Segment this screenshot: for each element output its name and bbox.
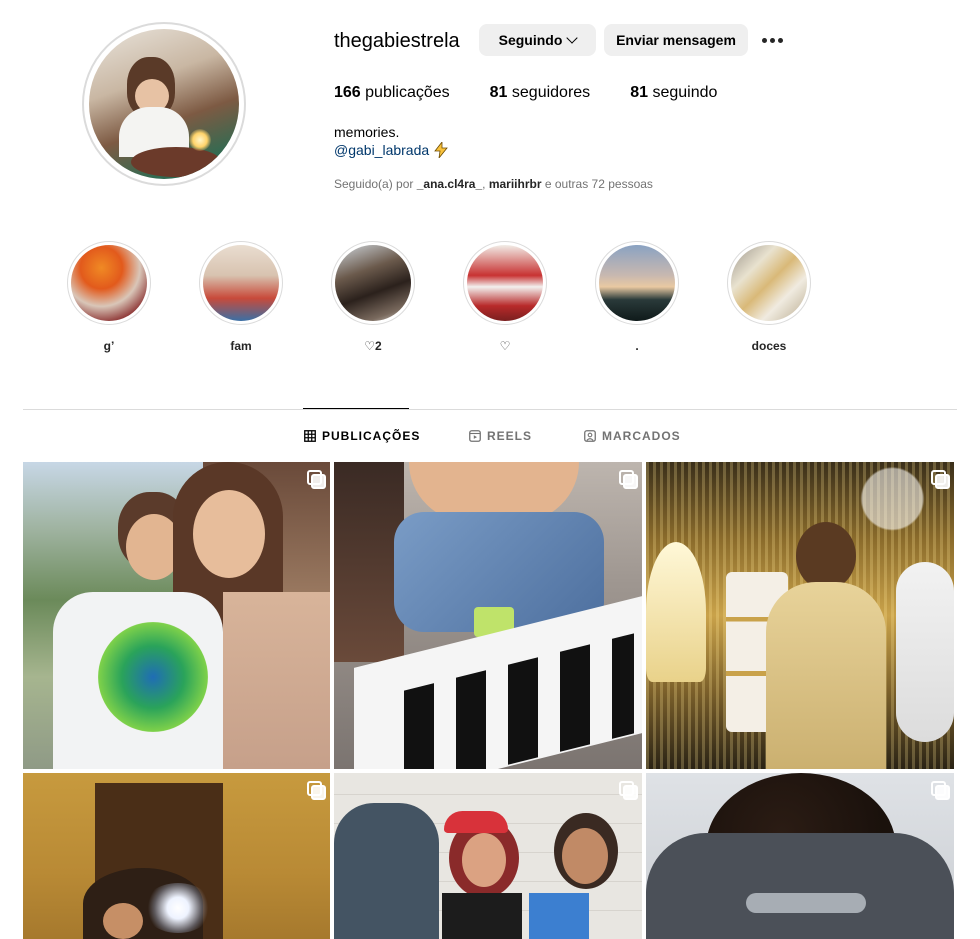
tab-tagged-label: MARCADOS [602,429,681,443]
post-thumbnail[interactable] [23,462,330,769]
highlight-item[interactable]: ♡ [463,241,547,353]
highlight-item[interactable]: g’ [67,241,151,353]
tab-posts-label: PUBLICAÇÕES [322,429,421,443]
highlight-label: ♡ [499,339,511,353]
highlight-label: fam [230,339,252,353]
highlight-item[interactable]: . [595,241,679,353]
multiple-photos-icon [619,781,638,800]
multiple-photos-icon [931,781,950,800]
active-tab-indicator [303,408,409,409]
highlight-item[interactable]: fam [199,241,283,353]
send-message-button[interactable]: Enviar mensagem [604,24,748,56]
following-button-label: Seguindo [498,32,563,48]
lightning-icon [434,142,449,158]
multiple-photos-icon [619,470,638,489]
highlight-item[interactable]: ♡2 [331,241,415,353]
tagged-user-icon [584,430,596,442]
multiple-photos-icon [307,470,326,489]
highlight-cover [335,245,411,321]
post-thumbnail[interactable] [334,462,642,769]
send-message-label: Enviar mensagem [616,32,736,48]
highlight-label: g’ [103,339,115,353]
tab-posts[interactable]: PUBLICAÇÕES [304,429,420,443]
highlight-cover [731,245,807,321]
bio-mention-link[interactable]: @gabi_labrada [334,142,429,158]
post-thumbnail[interactable] [646,462,954,769]
chevron-down-icon [566,32,579,44]
follower-link-2[interactable]: mariihrbr [489,177,542,191]
highlight-label: ♡2 [364,339,382,353]
story-highlights: g’ fam ♡2 ♡ . doces [0,241,980,361]
multiple-photos-icon [931,470,950,489]
tab-reels[interactable]: REELS [469,429,532,443]
profile-username: thegabiestrela [334,30,460,52]
avatar-image [89,29,239,179]
following-button[interactable]: Seguindo [479,24,596,56]
tab-reels-label: REELS [487,429,533,443]
follower-link-1[interactable]: _ana.cl4ra_ [417,177,482,191]
highlight-item[interactable]: doces [727,241,811,353]
highlight-cover [203,245,279,321]
followers-count[interactable]: 81 seguidores [490,84,591,102]
more-options-icon[interactable] [758,28,786,52]
bio-text: memories. [334,124,400,140]
post-thumbnail[interactable] [23,773,330,939]
tabs-divider [23,409,957,410]
following-count[interactable]: 81 seguindo [630,84,717,102]
highlight-label: doces [751,339,787,353]
bio-mention[interactable]: @gabi_labrada [334,142,449,158]
highlight-cover [71,245,147,321]
profile-avatar[interactable] [82,22,246,186]
highlight-cover [599,245,675,321]
posts-count: 166 publicações [334,84,450,101]
profile-stats: 166 publicações 81 seguidores 81 seguind… [334,84,757,102]
highlight-cover [467,245,543,321]
grid-icon [304,430,316,442]
tab-tagged[interactable]: MARCADOS [584,429,681,443]
post-thumbnail[interactable] [646,773,954,939]
reels-icon [469,430,481,442]
multiple-photos-icon [307,781,326,800]
highlight-label: . [635,339,639,353]
post-thumbnail[interactable] [334,773,642,939]
followed-by-text[interactable]: Seguido(a) por _ana.cl4ra_, mariihrbr e … [334,177,653,191]
